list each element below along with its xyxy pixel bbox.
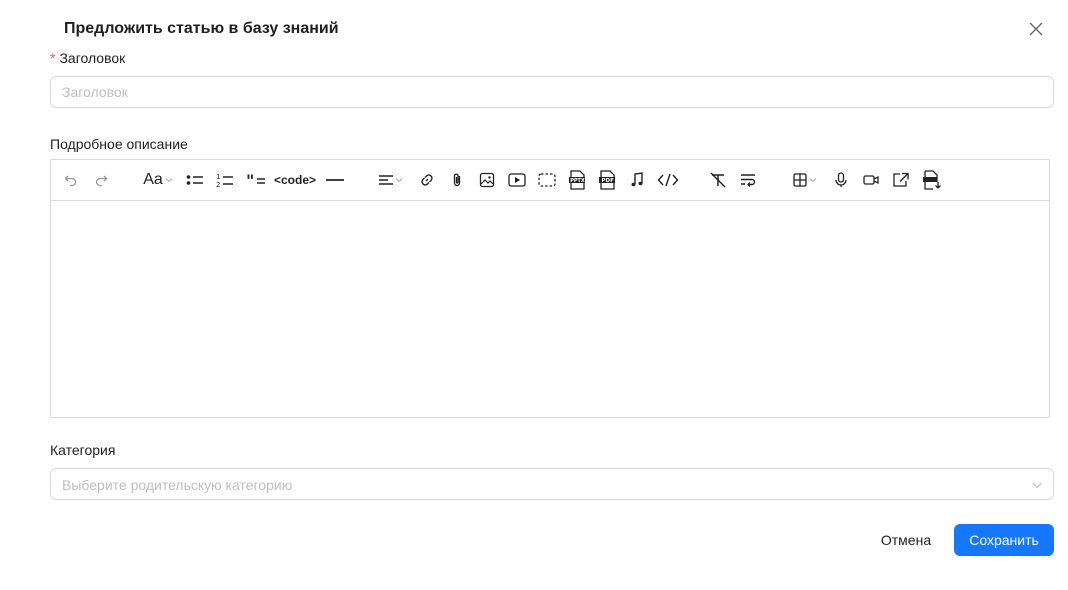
category-field-label: Категория <box>50 442 116 458</box>
align-icon <box>379 175 393 185</box>
chevron-down-icon <box>165 178 173 183</box>
editor-toolbar: Aa 1 2 " <code> PPTX PDF <box>51 160 1049 201</box>
pptx-icon: PPTX <box>569 170 585 190</box>
bullet-list-icon <box>186 175 203 185</box>
redo-icon <box>95 175 108 187</box>
svg-text:": " <box>246 173 254 187</box>
description-field-label: Подробное описание <box>50 136 188 152</box>
clear-format-icon <box>710 172 726 188</box>
chevron-down-icon <box>809 178 817 183</box>
title-field-label: * Заголовок <box>50 49 125 67</box>
pdf-icon: PDF <box>599 170 615 190</box>
link-button[interactable] <box>418 170 436 190</box>
blockquote-icon: " <box>246 173 265 187</box>
video-button[interactable] <box>507 170 527 190</box>
image-button[interactable] <box>478 170 496 190</box>
attachment-button[interactable] <box>448 170 466 190</box>
code-icon: <code> <box>273 173 317 187</box>
modal-title: Предложить статью в базу знаний <box>64 20 339 37</box>
font-size-button[interactable]: Aa <box>141 170 175 190</box>
download-file-icon <box>923 170 941 190</box>
microphone-icon <box>835 172 847 187</box>
audio-button[interactable] <box>629 170 645 190</box>
placeholder-block-icon <box>538 173 556 187</box>
svg-text:2: 2 <box>216 181 220 188</box>
title-input[interactable] <box>50 76 1054 108</box>
wrap-button[interactable] <box>738 170 758 190</box>
external-link-icon <box>893 172 909 187</box>
numbered-list-icon: 1 2 <box>216 173 233 188</box>
code-block-icon <box>657 173 679 187</box>
image-icon <box>479 172 495 188</box>
save-button[interactable]: Сохранить <box>954 524 1054 556</box>
code-block-button[interactable] <box>655 170 681 190</box>
required-mark: * <box>50 50 56 66</box>
placeholder-block-button[interactable] <box>537 170 557 190</box>
redo-button[interactable] <box>93 170 109 190</box>
attachment-icon <box>453 173 461 187</box>
svg-text:PPTX: PPTX <box>570 178 585 184</box>
font-size-icon: Aa <box>143 171 163 188</box>
video-icon <box>508 173 526 187</box>
camera-button[interactable] <box>862 170 880 190</box>
horizontal-rule-button[interactable] <box>325 170 345 190</box>
clear-format-button[interactable] <box>709 170 727 190</box>
download-file-button[interactable] <box>921 170 943 190</box>
pptx-button[interactable]: PPTX <box>567 170 587 190</box>
wrap-icon <box>741 174 756 187</box>
undo-button[interactable] <box>63 170 79 190</box>
cancel-button[interactable]: Отмена <box>870 524 942 556</box>
bullet-list-button[interactable] <box>185 170 205 190</box>
close-icon <box>1029 22 1043 36</box>
table-icon <box>793 173 807 187</box>
suggest-article-modal: Предложить статью в базу знаний * Заголов… <box>0 0 1068 590</box>
audio-icon <box>631 172 643 187</box>
table-button[interactable] <box>789 170 821 190</box>
horizontal-rule-icon <box>326 179 344 181</box>
microphone-button[interactable] <box>833 170 849 190</box>
align-button[interactable] <box>375 170 407 190</box>
link-icon <box>421 174 433 186</box>
category-select[interactable]: Выберите родительскую категорию <box>50 468 1054 500</box>
undo-icon <box>64 175 77 187</box>
svg-text:PDF: PDF <box>602 178 615 184</box>
camera-icon <box>863 175 879 185</box>
editor-content-area[interactable] <box>51 201 1049 417</box>
external-link-button[interactable] <box>891 170 911 190</box>
close-button[interactable] <box>1026 19 1046 39</box>
numbered-list-button[interactable]: 1 2 <box>215 170 235 190</box>
svg-text:1: 1 <box>216 173 220 181</box>
inline-code-button[interactable]: <code> <box>273 170 317 190</box>
rich-text-editor: Aa 1 2 " <code> PPTX PDF <box>50 159 1050 418</box>
title-label-text: Заголовок <box>59 50 126 66</box>
chevron-down-icon <box>395 178 403 183</box>
pdf-button[interactable]: PDF <box>597 170 617 190</box>
category-select-placeholder: Выберите родительскую категорию <box>62 477 293 493</box>
blockquote-button[interactable]: " <box>245 170 267 190</box>
chevron-down-icon <box>1032 482 1042 489</box>
